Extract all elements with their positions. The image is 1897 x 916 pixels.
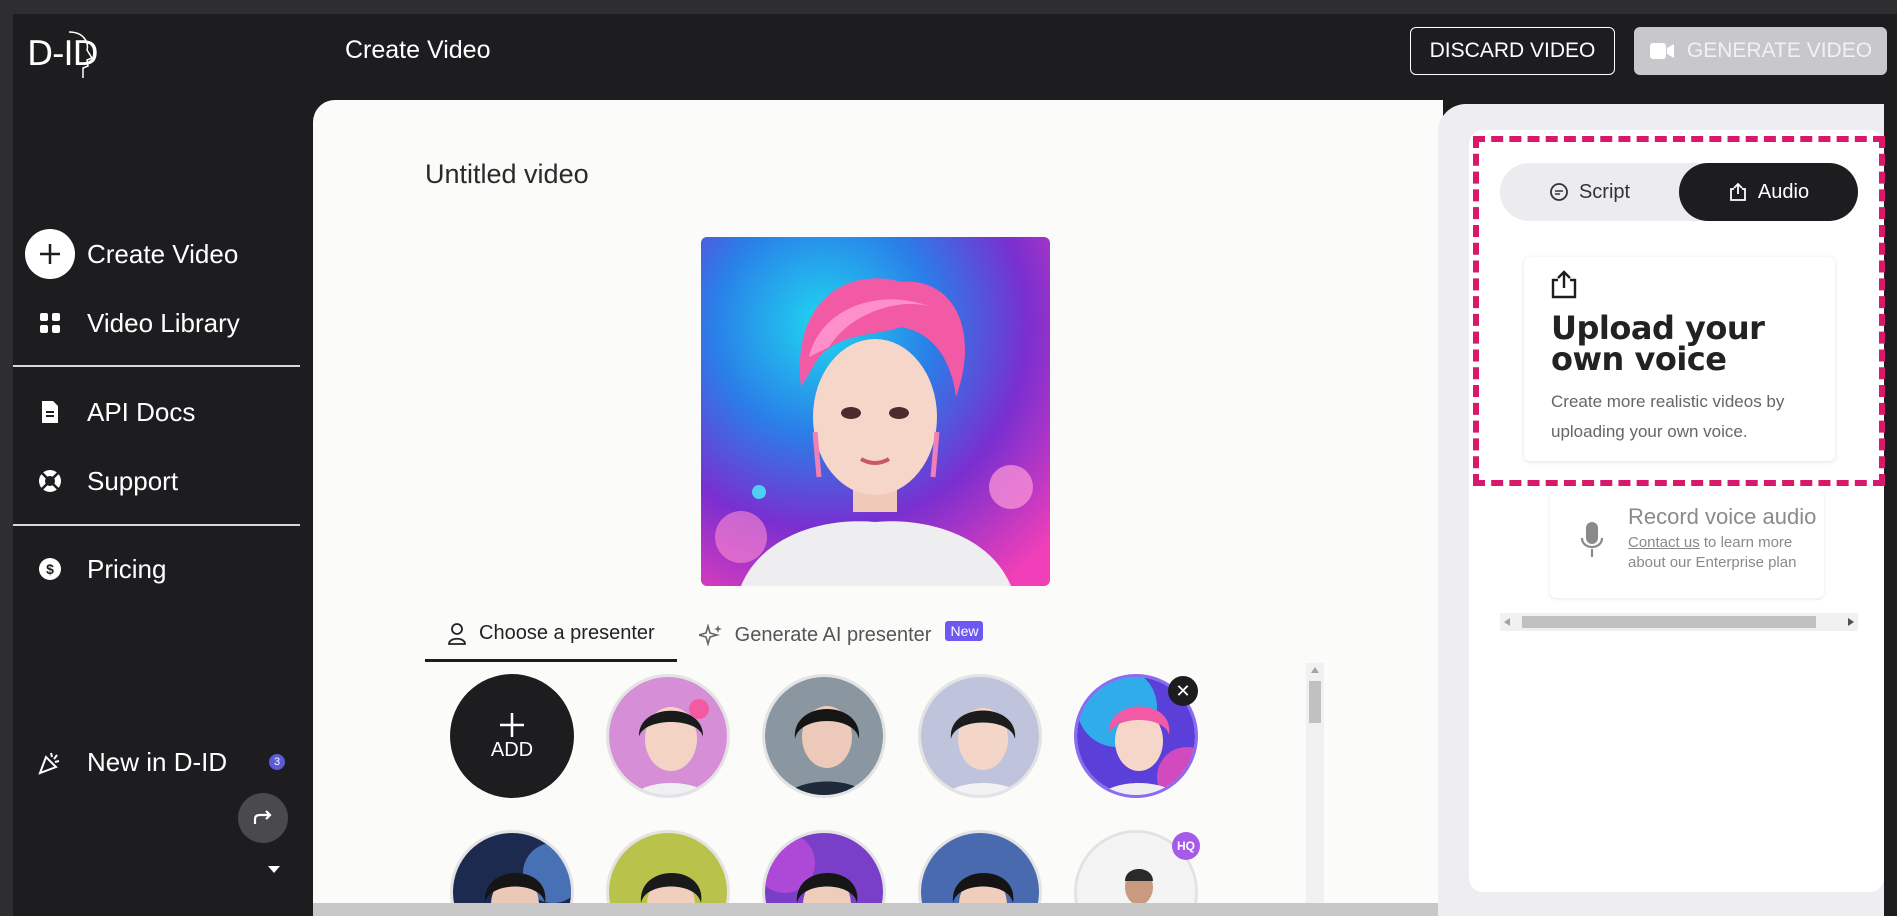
generate-video-button[interactable]: GENERATE VIDEO xyxy=(1634,27,1887,75)
tab-choose-presenter[interactable]: Choose a presenter xyxy=(425,608,677,662)
sidebar-item-label: Pricing xyxy=(87,553,167,584)
tab-generate-ai-presenter[interactable]: Generate AI presenter New xyxy=(677,608,1006,662)
hq-badge: HQ xyxy=(1172,832,1200,860)
document-icon xyxy=(25,387,75,437)
sidebar-item-new-in-d-id[interactable]: New in D-ID 3 xyxy=(25,737,285,787)
lifebuoy-icon xyxy=(25,456,75,506)
presenter-grid-scrollbar[interactable] xyxy=(1306,663,1324,916)
sidebar-item-api-docs[interactable]: API Docs xyxy=(25,387,195,437)
sparkles-icon xyxy=(698,624,722,646)
window-top-strip xyxy=(0,0,1897,14)
scroll-right-arrow[interactable] xyxy=(1848,618,1854,626)
close-icon: ✕ xyxy=(1175,680,1191,701)
window-left-strip xyxy=(0,0,13,916)
generate-video-label: GENERATE VIDEO xyxy=(1686,39,1873,62)
sidebar-item-label: New in D-ID xyxy=(87,746,228,777)
editor-canvas: Untitled video Choose a presenter Genera… xyxy=(313,100,1443,916)
presenter-avatar-image xyxy=(609,677,727,795)
presenter-preview xyxy=(701,237,1050,586)
record-voice-description: Contact us to learn more about our Enter… xyxy=(1628,533,1828,573)
record-voice-title: Record voice audio xyxy=(1628,504,1817,529)
record-voice-card: Record voice audio Contact us to learn m… xyxy=(1550,490,1824,598)
sidebar-item-label: API Docs xyxy=(87,396,196,427)
presenter-portrait-image xyxy=(701,237,1050,586)
page-title: Create Video xyxy=(345,36,491,64)
scroll-up-arrow[interactable] xyxy=(1311,667,1319,673)
grid-icon xyxy=(25,298,75,348)
scroll-left-arrow[interactable] xyxy=(1504,618,1510,626)
audio-options-scrollbar[interactable] xyxy=(1500,613,1858,631)
plus-icon xyxy=(25,229,75,279)
presenter-avatar[interactable] xyxy=(606,674,730,798)
person-icon xyxy=(448,622,466,645)
sidebar-item-video-library[interactable]: Video Library xyxy=(25,298,240,348)
scrollbar-thumb[interactable] xyxy=(1522,616,1816,628)
presenter-avatar[interactable] xyxy=(762,674,886,798)
sidebar-item-label: Create Video xyxy=(87,238,239,269)
party-popper-icon xyxy=(25,737,75,787)
presenter-avatar-image xyxy=(921,677,1039,795)
sidebar-item-pricing[interactable]: $ Pricing xyxy=(25,544,166,594)
sidebar-item-support[interactable]: Support xyxy=(25,456,178,506)
sidebar-item-label: Video Library xyxy=(87,307,240,338)
logo[interactable]: D-ID xyxy=(27,31,99,78)
presenter-tabs: Choose a presenter Generate AI presenter… xyxy=(425,608,1005,664)
microphone-icon xyxy=(1580,522,1604,557)
discard-video-button[interactable]: DISCARD VIDEO xyxy=(1410,27,1615,75)
presenter-avatar-image xyxy=(765,677,883,795)
tab-label: Generate AI presenter xyxy=(734,623,932,646)
logo-face-icon xyxy=(68,31,94,78)
new-badge: New xyxy=(945,621,984,641)
bottom-scroll-track xyxy=(313,903,1443,916)
dollar-icon: $ xyxy=(25,544,75,594)
sidebar-item-label: Support xyxy=(87,465,179,496)
presenter-grid: ADD ✕ HQ xyxy=(425,664,1325,916)
video-title[interactable]: Untitled video xyxy=(425,159,589,190)
plus-icon xyxy=(500,712,524,737)
sidebar-divider xyxy=(13,524,300,526)
video-camera-icon xyxy=(1649,43,1674,59)
highlight-annotation xyxy=(1473,136,1885,486)
add-presenter-button[interactable]: ADD xyxy=(450,674,574,798)
chevron-down-icon[interactable] xyxy=(268,866,280,873)
sidebar-item-create-video[interactable]: Create Video xyxy=(25,229,238,279)
tab-label: Choose a presenter xyxy=(479,622,655,644)
presenter-avatar[interactable] xyxy=(918,674,1042,798)
switch-account-button[interactable] xyxy=(238,793,288,843)
scrollbar-thumb[interactable] xyxy=(1309,681,1321,723)
add-label: ADD xyxy=(490,738,534,761)
sidebar-divider xyxy=(13,365,300,367)
remove-presenter-button[interactable]: ✕ xyxy=(1168,676,1198,706)
notification-count-badge: 3 xyxy=(269,754,285,770)
contact-us-link[interactable]: Contact us xyxy=(1628,534,1700,551)
svg-text:$: $ xyxy=(46,561,54,577)
redirect-arrow-icon xyxy=(253,810,272,824)
